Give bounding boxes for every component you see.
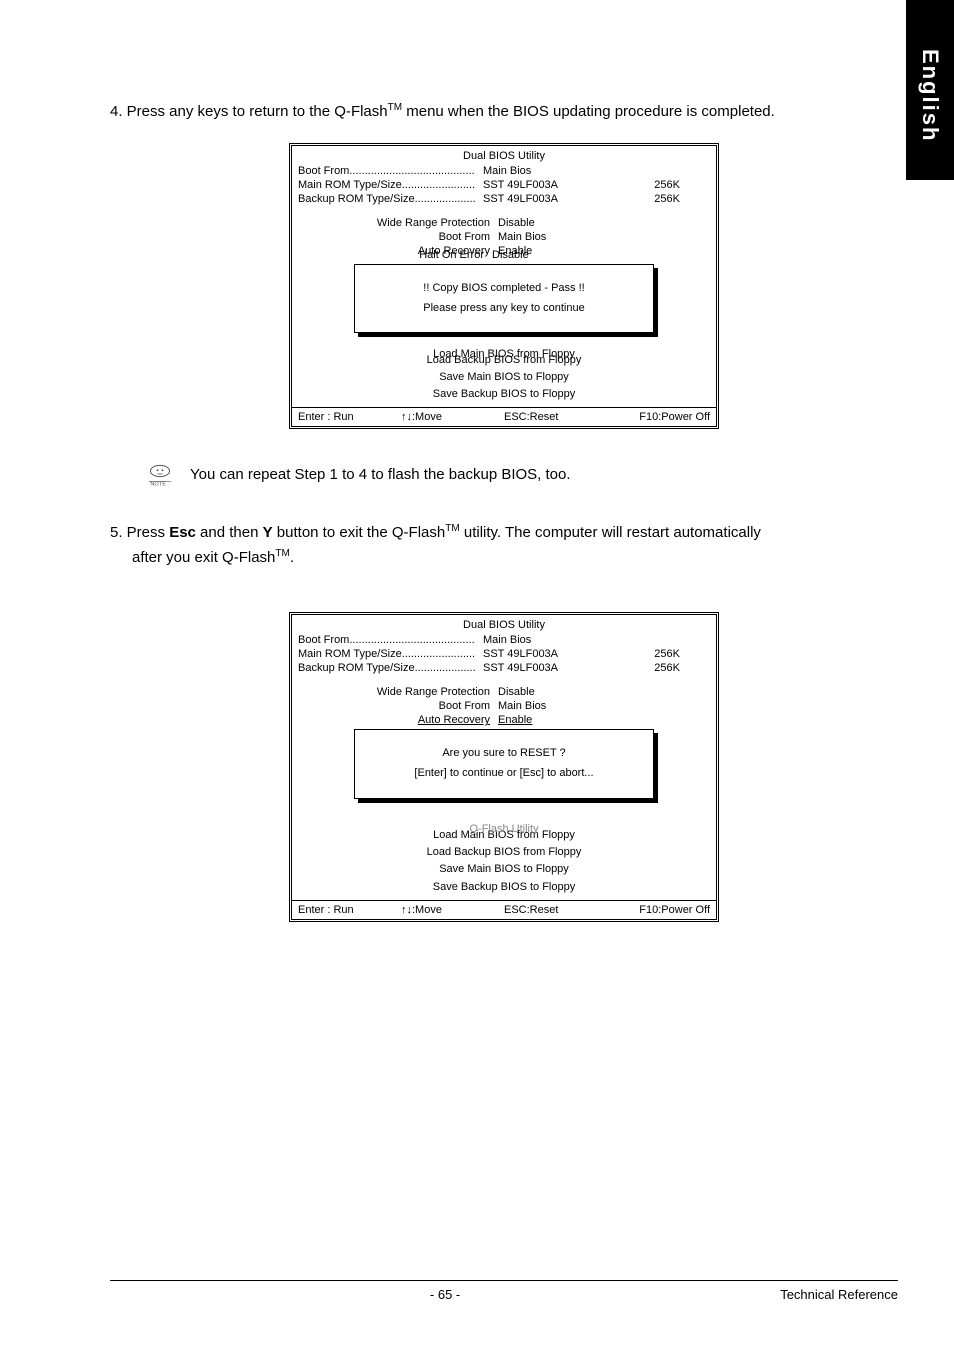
wrp-value: Disable xyxy=(498,217,535,229)
dialog2-line2: [Enter] to continue or [Esc] to abort... xyxy=(361,764,647,784)
step5-esc: Esc xyxy=(169,524,196,541)
autorec-label-2: Auto Recovery xyxy=(298,714,498,726)
halterr-value: Disable xyxy=(492,249,529,261)
note-row: NOTE You can repeat Step 1 to 4 to flash… xyxy=(144,463,898,487)
mainrom-row: Main ROM Type/Size......................… xyxy=(292,178,716,192)
bootfrom2-value-2: Main Bios xyxy=(498,700,546,712)
bkrom-row: Backup ROM Type/Size....................… xyxy=(292,192,716,206)
bkrom-value: SST 49LF003A xyxy=(483,193,613,205)
wrp-value-2: Disable xyxy=(498,686,535,698)
footer-enter: Enter : Run xyxy=(298,411,401,423)
mainrom-value-2: SST 49LF003A xyxy=(483,648,613,660)
bootfrom2-value: Main Bios xyxy=(498,231,546,243)
footer-enter-2: Enter : Run xyxy=(298,904,401,916)
menu-save-backup-2[interactable]: Save Backup BIOS to Floppy xyxy=(292,879,716,896)
page-footer: - 65 - Technical Reference xyxy=(110,1280,898,1302)
menu-save-backup[interactable]: Save Backup BIOS to Floppy xyxy=(292,386,716,403)
note-text: You can repeat Step 1 to 4 to flash the … xyxy=(190,466,571,483)
mainrom-label-2: Main ROM Type/Size......................… xyxy=(298,648,483,660)
bootfrom-row-2: Boot From...............................… xyxy=(292,633,716,647)
bootfrom-label-2: Boot From...............................… xyxy=(298,634,483,646)
bkrom-label: Backup ROM Type/Size.................... xyxy=(298,193,483,205)
reset-confirm-dialog[interactable]: Are you sure to RESET ? [Enter] to conti… xyxy=(354,729,654,799)
wrp-label: Wide Range Protection xyxy=(298,217,498,229)
step5-y: Y xyxy=(263,524,273,541)
bootfrom-label: Boot From...............................… xyxy=(298,165,483,177)
bios-footer-1: Enter : Run ↑↓:Move ESC:Reset F10:Power … xyxy=(292,407,716,426)
mainrom-label: Main ROM Type/Size......................… xyxy=(298,179,483,191)
bootfrom-size xyxy=(613,165,710,177)
bootfrom-value-2: Main Bios xyxy=(483,634,613,646)
step5-c: button to exit the Q-Flash xyxy=(273,524,446,541)
bootfrom2-label-2: Boot From xyxy=(298,700,498,712)
step4-text-b: menu when the BIOS updating procedure is… xyxy=(402,103,775,120)
step5-f: . xyxy=(290,549,294,566)
overlay-area-1: Halt On ErrorDisable !! Copy BIOS comple… xyxy=(292,260,716,350)
bios-title: Dual BIOS Utility xyxy=(292,146,716,164)
menu-load-backup-2[interactable]: Load Backup BIOS from Floppy xyxy=(292,844,716,861)
page-section: Technical Reference xyxy=(780,1287,898,1302)
bkrom-row-2: Backup ROM Type/Size....................… xyxy=(292,661,716,675)
footer-esc: ESC:Reset xyxy=(504,411,607,423)
page-number: - 65 - xyxy=(430,1287,460,1302)
overlay-area-2: Are you sure to RESET ? [Enter] to conti… xyxy=(292,729,716,825)
bkrom-value-2: SST 49LF003A xyxy=(483,662,613,674)
trademark-symbol: TM xyxy=(388,102,402,113)
trademark-symbol-3: TM xyxy=(275,548,289,559)
menu-item-hidden-1: Load Main BIOS from Floppy xyxy=(292,348,716,360)
bios-utility-box-2: Dual BIOS Utility Boot From.............… xyxy=(289,612,719,921)
menu-list-2: Load Main BIOS from Floppy Load Backup B… xyxy=(292,825,716,899)
dialog1-line1: !! Copy BIOS completed - Pass !! xyxy=(361,279,647,299)
footer-move-2: ↑↓:Move xyxy=(401,904,504,916)
dialog2-line1: Are you sure to RESET ? xyxy=(361,744,647,764)
wrp-label-2: Wide Range Protection xyxy=(298,686,498,698)
dialog1-line2: Please press any key to continue xyxy=(361,299,647,319)
note-icon: NOTE xyxy=(144,463,176,487)
bootfrom-row: Boot From...............................… xyxy=(292,164,716,178)
bootfrom-value: Main Bios xyxy=(483,165,613,177)
step-5-line2: after you exit Q-FlashTM. xyxy=(110,546,898,571)
language-side-tab: English xyxy=(906,0,954,180)
trademark-symbol-2: TM xyxy=(445,523,459,534)
bkrom-size: 256K xyxy=(613,193,710,205)
menu-hidden-qflash: Q-Flash Utility xyxy=(292,823,716,835)
svg-text:NOTE: NOTE xyxy=(150,481,166,487)
step-4: 4. Press any keys to return to the Q-Fla… xyxy=(110,100,898,125)
mainrom-value: SST 49LF003A xyxy=(483,179,613,191)
bkrom-size-2: 256K xyxy=(613,662,710,674)
footer-f10: F10:Power Off xyxy=(607,411,710,423)
mainrom-row-2: Main ROM Type/Size......................… xyxy=(292,647,716,661)
mainrom-size-2: 256K xyxy=(613,648,710,660)
footer-f10-2: F10:Power Off xyxy=(607,904,710,916)
bios-utility-box-1: Dual BIOS Utility Boot From.............… xyxy=(289,143,719,429)
bkrom-label-2: Backup ROM Type/Size.................... xyxy=(298,662,483,674)
copy-complete-dialog[interactable]: !! Copy BIOS completed - Pass !! Please … xyxy=(354,264,654,334)
autorec-value-2: Enable xyxy=(498,714,532,726)
settings-block-2: Wide Range ProtectionDisable Boot FromMa… xyxy=(292,675,716,729)
step5-b: and then xyxy=(196,524,263,541)
halterr-label: Halt On Error xyxy=(292,249,492,261)
footer-move: ↑↓:Move xyxy=(401,411,504,423)
step5-d: utility. The computer will restart autom… xyxy=(460,524,761,541)
page-content: 4. Press any keys to return to the Q-Fla… xyxy=(0,0,954,922)
mainrom-size: 256K xyxy=(613,179,710,191)
bios-title-2: Dual BIOS Utility xyxy=(292,615,716,633)
menu-save-main-2[interactable]: Save Main BIOS to Floppy xyxy=(292,861,716,878)
step-5: 5. Press Esc and then Y button to exit t… xyxy=(110,521,898,546)
bios-footer-2: Enter : Run ↑↓:Move ESC:Reset F10:Power … xyxy=(292,900,716,919)
step4-text-a: 4. Press any keys to return to the Q-Fla… xyxy=(110,103,388,120)
menu-save-main[interactable]: Save Main BIOS to Floppy xyxy=(292,369,716,386)
step5-a: 5. Press xyxy=(110,524,169,541)
bootfrom2-label: Boot From xyxy=(298,231,498,243)
footer-esc-2: ESC:Reset xyxy=(504,904,607,916)
step5-e: after you exit Q-Flash xyxy=(132,549,275,566)
